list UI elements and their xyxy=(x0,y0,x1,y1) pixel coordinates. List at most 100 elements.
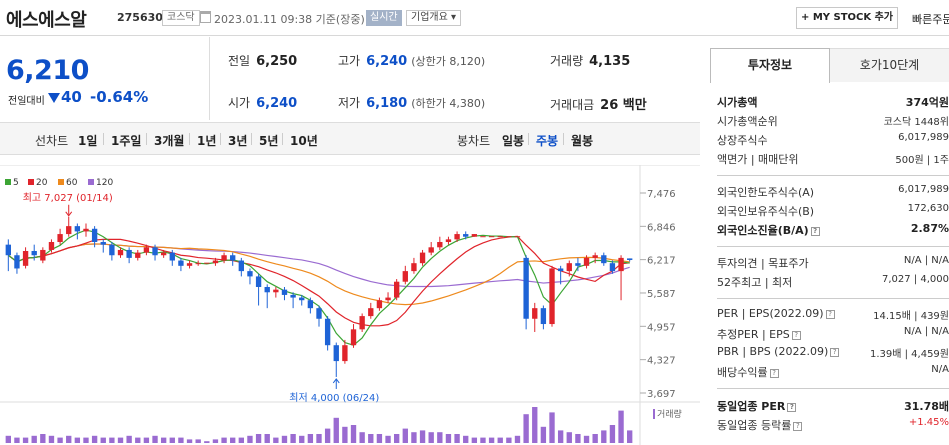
stat-low: 저가 6,180 (하한가 4,380) xyxy=(338,94,485,111)
divider xyxy=(717,246,949,247)
volume-bar xyxy=(91,435,98,443)
volume-bar xyxy=(359,432,365,443)
realtime-button[interactable]: 실시간 xyxy=(366,10,402,26)
row-sector-per: 동일업종 PER? 31.78배 xyxy=(717,398,949,417)
help-icon[interactable]: ? xyxy=(825,310,835,319)
volume-bar xyxy=(532,407,538,443)
tab-3year[interactable]: 3년 xyxy=(228,132,247,149)
row-label: 동일업종 등락률? xyxy=(717,417,803,433)
candle-body xyxy=(57,234,63,243)
candle-body xyxy=(31,251,37,256)
tab-5year[interactable]: 5년 xyxy=(259,132,278,149)
down-triangle-icon xyxy=(48,93,60,103)
volume-bar xyxy=(609,425,616,443)
candle-body xyxy=(255,276,262,287)
volume-bar xyxy=(299,435,305,443)
volume-bar xyxy=(463,435,469,443)
volume-bar xyxy=(83,437,89,443)
tab-3month[interactable]: 3개월 xyxy=(154,132,184,149)
tab-candle-chart[interactable]: 봉차트 xyxy=(457,132,490,149)
divider xyxy=(528,133,529,145)
volume-bar xyxy=(230,437,236,443)
help-icon[interactable]: ? xyxy=(810,227,820,236)
tab-1day[interactable]: 1일 xyxy=(78,132,97,149)
candle-body xyxy=(100,242,106,245)
row-label-text: 동일업종 PER xyxy=(717,400,786,413)
legend-label: 5 xyxy=(13,178,19,188)
row-value: 374억원 xyxy=(905,96,949,109)
tab-1year[interactable]: 1년 xyxy=(197,132,216,149)
volume-bar xyxy=(506,437,512,443)
candle-body xyxy=(91,228,98,243)
legend-label: 20 xyxy=(36,178,48,188)
tab-1week[interactable]: 1주일 xyxy=(111,132,141,149)
divider xyxy=(189,133,190,145)
volume-bar xyxy=(411,432,417,443)
candle-body xyxy=(419,252,426,264)
volume-bar xyxy=(264,434,270,443)
stat-value: 26 백만 xyxy=(600,98,647,113)
help-icon[interactable]: ? xyxy=(830,348,840,357)
volume-bar xyxy=(74,437,81,443)
tab-investment-info[interactable]: 투자정보 xyxy=(710,48,830,83)
help-icon[interactable]: ? xyxy=(793,422,803,431)
row-foreign-ratio: 외국인소진율(B/A)? 2.87% xyxy=(717,222,949,241)
investment-info-panel: 투자정보 호가10단계 시가총액 374억원 시가총액순위 코스닥 1448위 상장… xyxy=(710,48,949,445)
candle-body xyxy=(186,263,193,266)
tab-order-book[interactable]: 호가10단계 xyxy=(830,48,949,82)
volume-bar xyxy=(445,434,452,443)
volume-bar xyxy=(57,437,63,443)
price-chart[interactable]: 7,476 6,846 6,217 5,587 4,957 4,327 3,697 5 20 60… xyxy=(0,165,700,445)
candle-body xyxy=(264,286,270,293)
volume-bar xyxy=(221,437,227,443)
legend-swatch xyxy=(58,179,64,185)
help-icon[interactable]: ? xyxy=(769,369,779,378)
volume-bar xyxy=(428,432,434,443)
tab-daily[interactable]: 일봉 xyxy=(502,132,524,149)
candle-body xyxy=(592,255,598,258)
help-icon[interactable]: ? xyxy=(791,331,801,340)
volume-bar xyxy=(212,439,219,443)
volume-bar xyxy=(169,437,175,443)
stat-value: 6,250 xyxy=(256,54,298,69)
volume-bar xyxy=(385,435,391,443)
candle-body xyxy=(437,242,443,248)
company-overview-dropdown[interactable]: 기업개요 ▾ xyxy=(406,10,461,26)
stat-value: 6,240 xyxy=(256,96,298,111)
quick-order-link[interactable]: 빠른주문 xyxy=(912,11,949,27)
volume-bar xyxy=(247,435,253,443)
candle-body xyxy=(583,257,590,266)
row-label-text: PBR | BPS (2022.09) xyxy=(717,345,829,358)
candle-body xyxy=(471,234,478,237)
candle-body xyxy=(627,258,633,261)
help-icon[interactable]: ? xyxy=(787,403,797,412)
add-my-stock-button[interactable]: + MY STOCK 추가 xyxy=(796,7,898,29)
y-tick-label: 3,697 xyxy=(647,389,676,400)
divider xyxy=(251,133,252,145)
volume-bar xyxy=(601,430,607,443)
stat-value: 4,135 xyxy=(589,54,631,69)
tab-monthly[interactable]: 월봉 xyxy=(571,132,593,149)
volume-bar xyxy=(255,434,262,443)
stat-high: 고가 6,240 (상한가 8,120) xyxy=(338,52,485,69)
volume-bar xyxy=(273,437,279,443)
tab-weekly[interactable]: 주봉 xyxy=(536,132,558,149)
tab-line-chart[interactable]: 선차트 xyxy=(35,132,68,149)
candle-body xyxy=(221,255,227,261)
legend-label: 60 xyxy=(66,178,78,188)
price-stats: 전일 6,250 고가 6,240 (상한가 8,120) 거래량 4,135 시가 6,… xyxy=(211,37,700,120)
row-value: N/A xyxy=(931,364,949,375)
candle-body xyxy=(74,226,81,232)
candle-body xyxy=(48,242,55,250)
quote-datetime: 2023.01.11 09:38 기준(장중) xyxy=(214,13,365,26)
stat-label: 거래량 xyxy=(550,54,584,68)
row-value: 2.87% xyxy=(910,222,949,235)
row-label-text: 추정PER | EPS xyxy=(717,328,790,341)
divider xyxy=(103,133,104,145)
candle-body xyxy=(247,271,253,277)
row-opinion: 투자의견 | 목표주가 N/A | N/A xyxy=(717,255,949,274)
stat-prev-close: 전일 6,250 xyxy=(228,52,297,69)
tab-10year[interactable]: 10년 xyxy=(290,132,318,149)
volume-bar xyxy=(454,434,460,443)
candle-body xyxy=(109,244,115,256)
